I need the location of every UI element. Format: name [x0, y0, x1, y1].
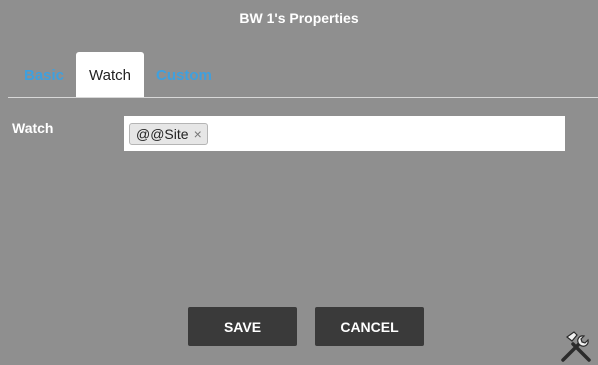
tab-divider	[8, 97, 598, 98]
tag-remove-icon[interactable]: ×	[194, 127, 202, 141]
dialog-title: BW 1's Properties	[239, 10, 359, 26]
hammer-wrench-icon[interactable]	[558, 329, 594, 363]
watch-label: Watch	[12, 120, 54, 136]
dialog-titlebar: BW 1's Properties	[0, 0, 598, 44]
tab-bar: Basic Watch Custom	[12, 52, 224, 98]
watch-tag-text: @@Site	[136, 125, 189, 142]
tab-custom[interactable]: Custom	[144, 52, 224, 98]
tab-basic[interactable]: Basic	[12, 52, 76, 98]
watch-tag: @@Site ×	[129, 122, 208, 145]
watch-tag-input[interactable]: @@Site ×	[124, 116, 565, 151]
save-button[interactable]: SAVE	[188, 307, 297, 346]
properties-dialog: BW 1's Properties Basic Watch Custom Wat…	[0, 0, 598, 365]
tab-watch[interactable]: Watch	[76, 52, 144, 98]
cancel-button[interactable]: CANCEL	[315, 307, 424, 346]
